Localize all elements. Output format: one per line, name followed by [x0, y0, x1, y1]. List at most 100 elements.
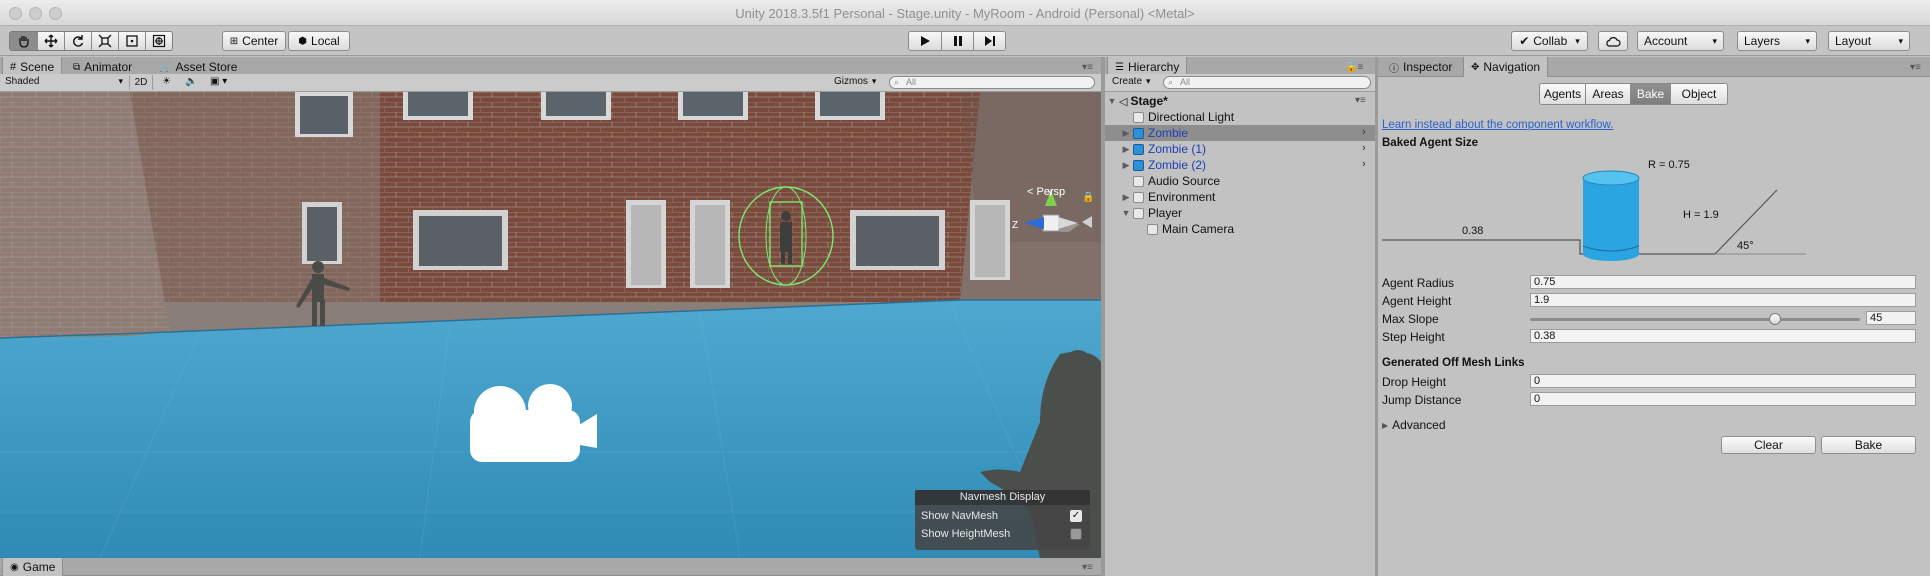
segment-object[interactable]: Object	[1671, 83, 1728, 105]
agent-height-label: Agent Height	[1382, 294, 1452, 308]
gameobject-icon	[1133, 175, 1144, 187]
rotate-tool-icon[interactable]	[64, 32, 91, 50]
unity-scene-icon: ◁	[1119, 95, 1128, 108]
show-navmesh-checkbox[interactable]: ✓	[1070, 510, 1082, 522]
layers-dropdown[interactable]: Layers	[1737, 31, 1817, 51]
local-space-icon: ⬢	[298, 35, 308, 47]
segment-bake[interactable]: Bake	[1631, 83, 1671, 105]
gizmos-dropdown[interactable]: Gizmos	[834, 76, 876, 87]
hierarchy-item[interactable]: Directional Light	[1105, 109, 1325, 125]
max-slope-label: Max Slope	[1382, 312, 1439, 326]
hierarchy-item-selected[interactable]: ▶ Zombie ›	[1105, 125, 1375, 141]
check-icon: ✔	[1519, 34, 1530, 48]
audio-toggle-icon[interactable]: 🔈	[185, 76, 197, 87]
collab-dropdown[interactable]: ✔ Collab	[1511, 31, 1588, 51]
navmesh-display-overlay: Navmesh Display Show NavMesh ✓ Show Heig…	[915, 490, 1090, 550]
scene-root-row[interactable]: ▼ ◁ Stage* ▾≡	[1105, 93, 1375, 109]
agent-radius-field[interactable]: 0.75	[1530, 275, 1916, 289]
collapsed-arrow-icon: ▶	[1122, 127, 1130, 138]
show-navmesh-label: Show NavMesh	[921, 510, 999, 522]
bake-button[interactable]: Bake	[1821, 436, 1916, 454]
panel-menu-icon[interactable]: ▾≡	[1082, 62, 1093, 73]
slider-track	[1530, 318, 1860, 321]
lighting-toggle-icon[interactable]: ☀	[162, 76, 171, 87]
prefab-icon	[1133, 159, 1144, 171]
transform-tool-icon[interactable]	[145, 32, 172, 50]
step-button[interactable]	[973, 32, 1005, 50]
scene-menu-icon[interactable]: ▾≡	[1355, 95, 1366, 106]
prefab-icon	[1133, 143, 1144, 155]
advanced-foldout[interactable]: ▶ Advanced	[1382, 418, 1446, 432]
title-bar: Unity 2018.3.5f1 Personal - Stage.unity …	[0, 0, 1930, 26]
chevron-right-icon[interactable]: ›	[1362, 142, 1366, 154]
window-title: Unity 2018.3.5f1 Personal - Stage.unity …	[735, 6, 1195, 21]
account-dropdown[interactable]: Account	[1637, 31, 1724, 51]
tab-inspector[interactable]: ⓘ Inspector	[1382, 57, 1459, 77]
component-workflow-link[interactable]: Learn instead about the component workfl…	[1382, 119, 1613, 131]
scene-search-input[interactable]: ⌕ All	[889, 76, 1095, 89]
chevron-right-icon[interactable]: ›	[1362, 126, 1366, 138]
tab-game[interactable]: ◉ Game	[2, 558, 64, 576]
scene-toolbar: Shaded 2D ☀ 🔈 ▣ ▾ Gizmos ⌕All	[0, 74, 1101, 92]
hand-tool-icon[interactable]	[10, 32, 37, 50]
list-icon: ☰	[1115, 61, 1124, 73]
effects-toggle-icon[interactable]: ▣ ▾	[210, 76, 227, 87]
hierarchy-item[interactable]: Main Camera	[1105, 221, 1325, 237]
transform-tools	[9, 31, 173, 51]
perspective-toggle[interactable]: < Persp	[1027, 186, 1065, 198]
scene-render	[0, 92, 1101, 558]
game-panel-menu-icon[interactable]: ▾≡	[1082, 562, 1093, 573]
pivot-icon: ⊞	[229, 35, 239, 47]
pivot-center-button[interactable]: ⊞ Center	[222, 31, 286, 51]
agent-radius-label: Agent Radius	[1382, 276, 1455, 290]
hierarchy-item[interactable]: ▶ Environment	[1105, 189, 1325, 205]
drop-height-label: Drop Height	[1382, 375, 1447, 389]
gameobject-icon	[1133, 191, 1144, 203]
play-button[interactable]	[909, 32, 941, 50]
lock-icon[interactable]: 🔒	[1082, 192, 1094, 203]
2d-toggle[interactable]: 2D	[129, 75, 153, 90]
hierarchy-menu-icon[interactable]: 🔒≡	[1345, 62, 1363, 73]
jump-distance-field[interactable]: 0	[1530, 392, 1916, 406]
scale-tool-icon[interactable]	[91, 32, 118, 50]
agent-height-field[interactable]: 1.9	[1530, 293, 1916, 307]
collapsed-arrow-icon: ▶	[1122, 159, 1130, 170]
search-icon: ⌕	[894, 77, 900, 87]
segment-areas[interactable]: Areas	[1586, 83, 1631, 105]
max-slope-slider[interactable]	[1530, 311, 1860, 327]
navigation-icon: ✥	[1471, 61, 1480, 73]
radius-label: R = 0.75	[1648, 159, 1690, 171]
hierarchy-item[interactable]: Audio Source	[1105, 173, 1325, 189]
jump-distance-label: Jump Distance	[1382, 393, 1462, 407]
max-slope-field[interactable]: 45	[1866, 311, 1916, 325]
clear-button[interactable]: Clear	[1721, 436, 1816, 454]
offmesh-links-title: Generated Off Mesh Links	[1382, 357, 1525, 369]
baked-agent-size-title: Baked Agent Size	[1382, 137, 1479, 149]
shading-mode-dropdown[interactable]: Shaded	[5, 76, 123, 87]
segment-agents[interactable]: Agents	[1539, 83, 1586, 105]
gameobject-icon	[1147, 223, 1158, 235]
hierarchy-item[interactable]: ▶ Zombie (2) ›	[1105, 157, 1375, 173]
chevron-right-icon[interactable]: ›	[1362, 158, 1366, 170]
move-tool-icon[interactable]	[37, 32, 64, 50]
inspector-header: ⓘ Inspector ✥ Navigation ▾≡	[1378, 57, 1930, 77]
pivot-local-button[interactable]: ⬢ Local	[288, 31, 350, 51]
slider-thumb[interactable]	[1769, 313, 1781, 325]
pause-button[interactable]	[941, 32, 973, 50]
create-dropdown[interactable]: Create	[1112, 76, 1151, 87]
rect-tool-icon[interactable]	[118, 32, 145, 50]
show-heightmesh-checkbox[interactable]	[1070, 528, 1082, 540]
hierarchy-item[interactable]: ▶ Zombie (1) ›	[1105, 141, 1375, 157]
inspector-menu-icon[interactable]: ▾≡	[1910, 62, 1921, 73]
hierarchy-toolbar: Create ⌕All	[1105, 74, 1375, 92]
hierarchy-item[interactable]: ▼ Player	[1105, 205, 1325, 221]
hierarchy-search-input[interactable]: ⌕ All	[1163, 76, 1371, 89]
layout-dropdown[interactable]: Layout	[1828, 31, 1910, 51]
scene-viewport[interactable]: Z Y 🔒 < Persp Navmesh Display Show NavMes…	[0, 92, 1101, 558]
step-height-field[interactable]: 0.38	[1530, 329, 1916, 343]
animator-icon: ⧉	[73, 61, 81, 73]
grid-icon: #	[10, 61, 17, 73]
cloud-button[interactable]	[1598, 31, 1628, 51]
tab-navigation[interactable]: ✥ Navigation	[1463, 57, 1549, 77]
drop-height-field[interactable]: 0	[1530, 374, 1916, 388]
